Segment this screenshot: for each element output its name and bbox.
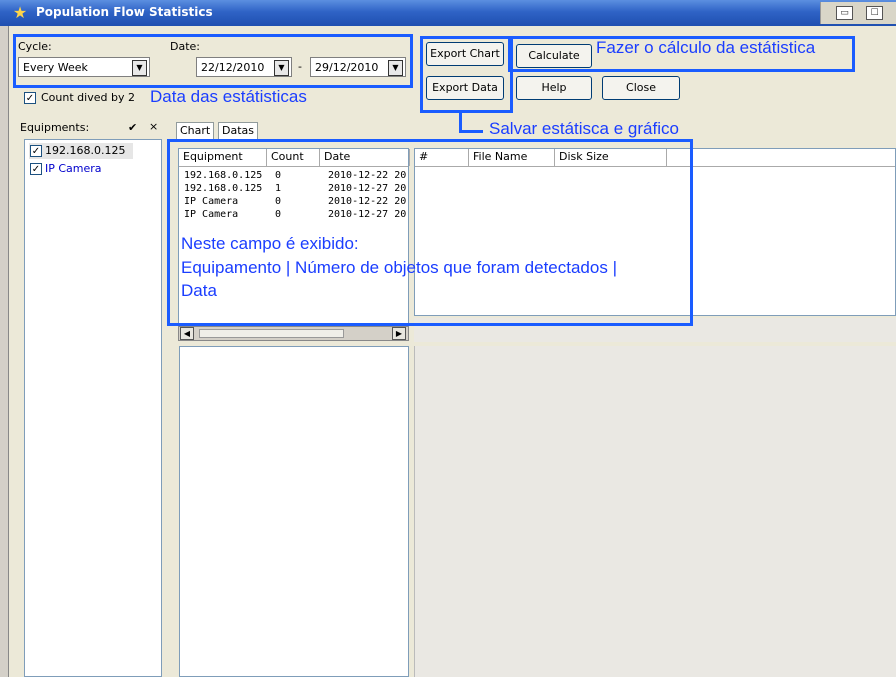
count-divided-label: Count dived by 2 — [41, 91, 135, 104]
preview-area — [414, 346, 896, 677]
window-frame-left — [0, 26, 9, 677]
annotation-date-text: Data das estátisticas — [150, 87, 307, 106]
window-title: Population Flow Statistics — [36, 5, 213, 19]
scroll-left-icon[interactable]: ◀ — [180, 327, 194, 340]
equipment-checkbox[interactable]: ✓ — [30, 145, 42, 157]
help-button[interactable]: Help — [516, 76, 592, 100]
tab-chart[interactable]: Chart — [176, 122, 215, 139]
annotation-field-line1: Neste campo é exibido: — [181, 234, 359, 253]
window-controls — [820, 2, 896, 24]
check-all-icon[interactable]: ✔ — [128, 121, 137, 134]
maximize-icon[interactable]: ☐ — [866, 6, 883, 20]
stats-horizontal-scrollbar[interactable]: ◀ ▶ — [178, 326, 409, 341]
annotation-calc-text: Fazer o cálculo da estátistica — [596, 38, 816, 57]
equipments-list[interactable] — [24, 139, 162, 677]
minimize-icon[interactable]: ▭ — [836, 6, 853, 20]
save-annotation-box — [420, 36, 513, 113]
equipment-checkbox[interactable]: ✓ — [30, 163, 42, 175]
annotation-field-line2: Equipamento | Número de objetos que fora… — [181, 258, 617, 277]
annotation-save-text: Salvar estátisca e gráfico — [489, 119, 679, 138]
clear-icon[interactable]: × — [149, 120, 158, 133]
scroll-right-icon[interactable]: ▶ — [392, 327, 406, 340]
tab-datas[interactable]: Datas — [218, 122, 258, 139]
scroll-thumb[interactable] — [199, 329, 344, 338]
date-annotation-box — [13, 34, 413, 88]
annotation-connector — [459, 130, 483, 133]
app-logo-icon: ★ — [12, 3, 28, 22]
equipment-item-label[interactable]: IP Camera — [45, 162, 102, 175]
annotation-field-line3: Data — [181, 281, 217, 300]
chart-detail-panel — [179, 346, 409, 677]
close-button[interactable]: Close — [602, 76, 680, 100]
field-annotation-box — [167, 139, 693, 326]
count-divided-checkbox[interactable]: ✓ — [24, 92, 36, 104]
equipment-item-label[interactable]: 192.168.0.125 — [45, 144, 125, 157]
equipments-label: Equipments: — [20, 121, 90, 134]
